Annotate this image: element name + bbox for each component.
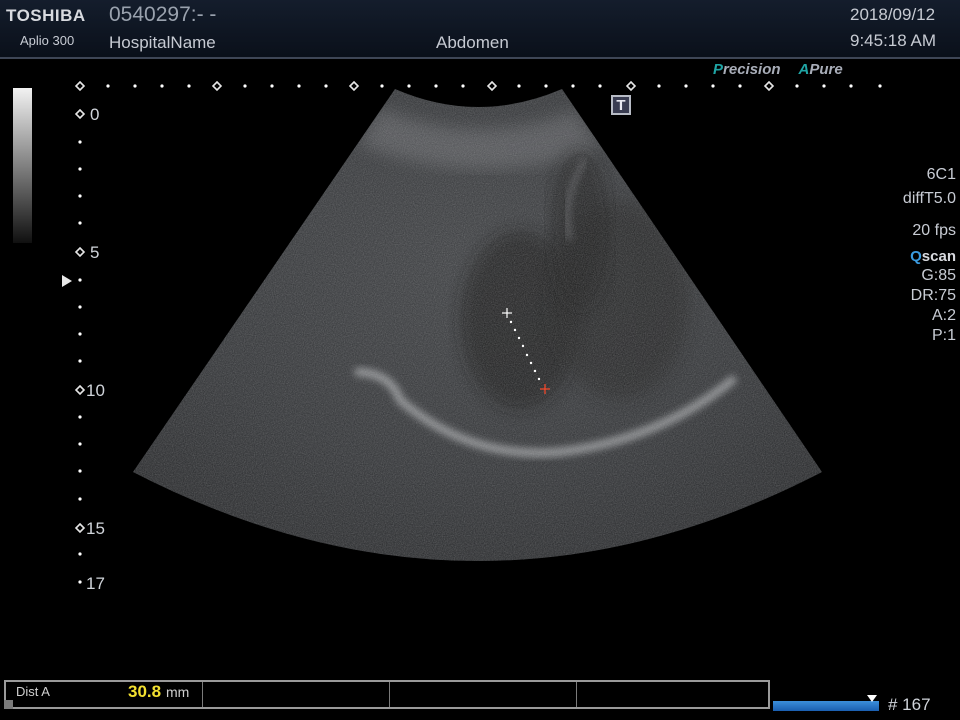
measurement-panel: Dist A 30.8 mm bbox=[4, 680, 770, 709]
p-value: P:1 bbox=[931, 327, 956, 344]
panel-divider bbox=[389, 682, 390, 707]
a-value: A:2 bbox=[931, 307, 956, 324]
imaging-mode: diffT5.0 bbox=[902, 190, 956, 207]
depth-scale-ticks bbox=[74, 108, 86, 584]
measurement-value: 30.8 bbox=[128, 682, 162, 701]
focus-marker-icon[interactable] bbox=[62, 275, 72, 287]
depth-label-17: 17 bbox=[86, 574, 105, 593]
qscan-text: scan bbox=[921, 248, 956, 265]
cine-progress-bar[interactable] bbox=[773, 701, 879, 711]
probe-name: 6C1 bbox=[926, 166, 956, 183]
panel-divider bbox=[576, 682, 577, 707]
dynamic-range-value: DR:75 bbox=[910, 287, 956, 304]
depth-label-5: 5 bbox=[90, 243, 100, 262]
measurement-unit: mm bbox=[166, 684, 190, 700]
scan-sector bbox=[133, 89, 822, 561]
orientation-t-marker: T bbox=[611, 95, 631, 115]
qscan-label: Qscan bbox=[910, 248, 956, 265]
qscan-accent: Q bbox=[910, 248, 922, 265]
depth-label-10: 10 bbox=[86, 381, 105, 400]
depth-label-0: 0 bbox=[90, 105, 100, 124]
gain-value: G:85 bbox=[921, 267, 956, 284]
cine-position-marker-icon[interactable] bbox=[867, 695, 877, 702]
frame-counter: # 167 bbox=[888, 695, 931, 714]
panel-divider bbox=[202, 682, 203, 707]
depth-label-15: 15 bbox=[86, 519, 105, 538]
frame-rate: 20 fps bbox=[912, 222, 956, 239]
measurement-label: Dist A bbox=[16, 684, 50, 699]
ultrasound-image bbox=[74, 80, 882, 584]
panel-corner-marker bbox=[4, 700, 13, 709]
